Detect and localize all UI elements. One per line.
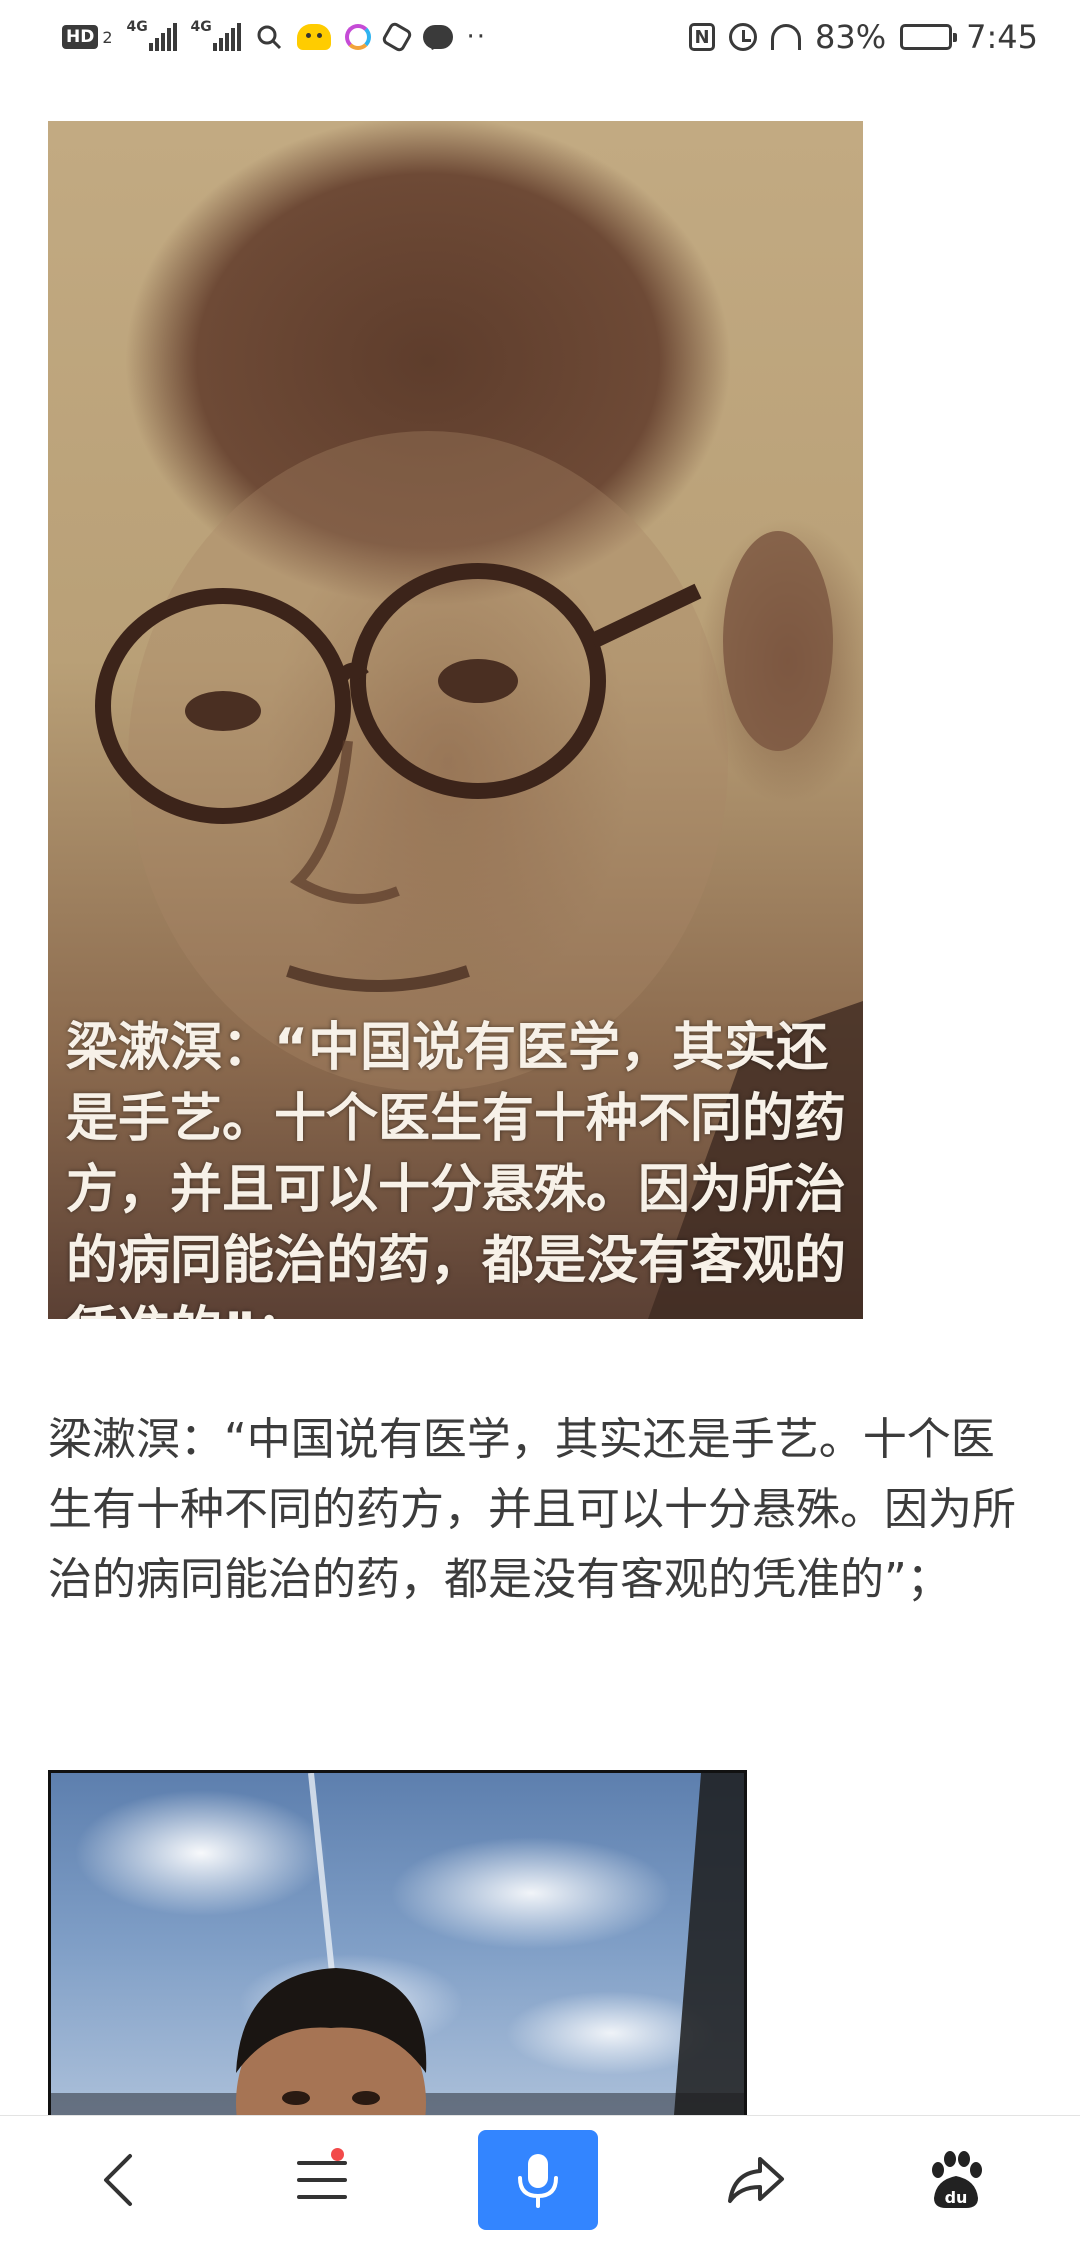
battery-percentage: 83%: [815, 18, 887, 56]
speed-icon: [771, 24, 802, 50]
hd-voice-icon: HD: [62, 25, 99, 49]
more-notifications-icon: ··: [466, 22, 488, 52]
sim2-network-type: 4G: [190, 19, 212, 35]
clock: 7:45: [966, 18, 1038, 56]
app-notification-icon: [296, 24, 331, 50]
status-left: HD 2 4G 4G ··: [62, 19, 488, 54]
share-icon: [728, 2157, 784, 2203]
search-icon: [257, 25, 281, 50]
baidu-home-button[interactable]: du: [906, 2126, 1006, 2234]
alarm-icon: [729, 23, 758, 51]
image-caption-overlay: 梁漱溟：“中国说有医学，其实还是手艺。十个医生有十种不同的药方，并且可以十分悬殊…: [66, 1018, 847, 1319]
message-icon: [422, 25, 453, 49]
bottom-toolbar: du: [0, 2115, 1080, 2244]
article-image-photo[interactable]: [48, 1770, 747, 2150]
back-button[interactable]: [68, 2126, 168, 2234]
sim1-network-type: 4G: [126, 19, 148, 35]
status-bar: HD 2 4G 4G ·· N 83% 7:45: [0, 0, 1080, 74]
baidu-du-label: du: [945, 2188, 968, 2207]
nfc-icon: N: [689, 23, 716, 51]
status-right: N 83% 7:45: [689, 18, 1038, 56]
menu-icon: [297, 2161, 347, 2199]
signal-sim1-icon: 4G: [127, 19, 177, 51]
back-icon: [104, 2154, 132, 2206]
share-button[interactable]: [706, 2126, 806, 2234]
photo-illustration: [51, 1773, 744, 2150]
voice-search-button[interactable]: [478, 2130, 598, 2230]
hd-sim-number: 2: [102, 27, 113, 47]
menu-button[interactable]: [272, 2126, 372, 2234]
microphone-icon: [518, 2154, 558, 2208]
assistant-app-icon: [344, 24, 371, 50]
article-image-portrait[interactable]: 梁漱溟：“中国说有医学，其实还是手艺。十个医生有十种不同的药方，并且可以十分悬殊…: [48, 121, 863, 1319]
menu-notification-badge: [331, 2148, 344, 2161]
article-paragraph: 梁漱溟：“中国说有医学，其实还是手艺。十个医生有十种不同的药方，并且可以十分悬殊…: [48, 1414, 1016, 1605]
baidu-paw-icon: du: [932, 2151, 982, 2208]
battery-icon: [900, 24, 958, 50]
settings-app-icon: [380, 20, 413, 54]
signal-sim2-icon: 4G: [191, 19, 241, 51]
